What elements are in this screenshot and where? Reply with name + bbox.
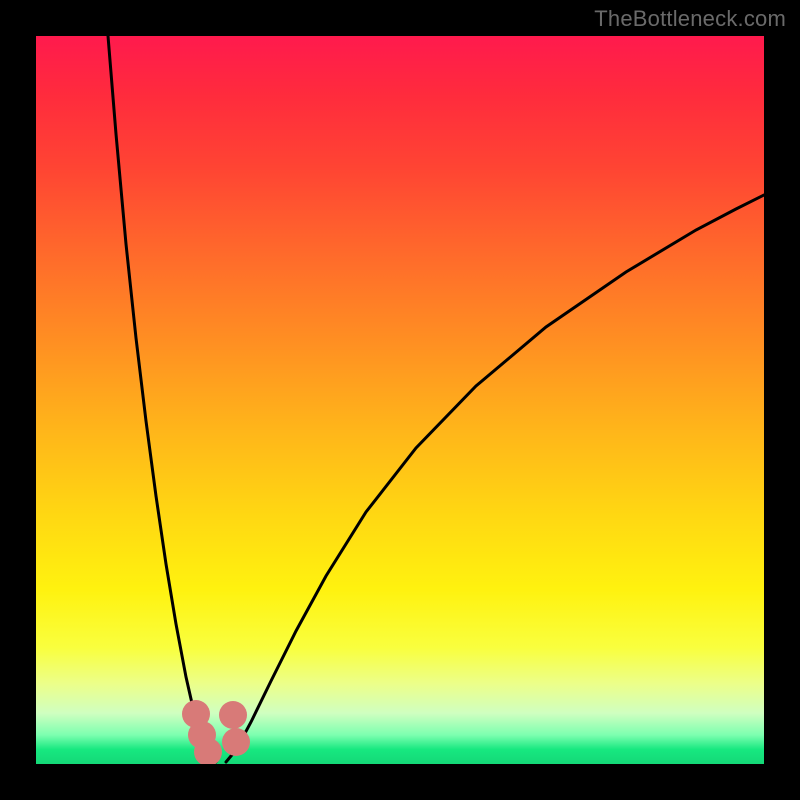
cluster-dot (219, 701, 247, 729)
curve-right (226, 195, 764, 762)
watermark-text: TheBottleneck.com (594, 6, 786, 32)
cluster-dot (222, 728, 250, 756)
chart-svg (36, 36, 764, 764)
curve-left (108, 36, 216, 762)
bottom-marker-cluster (182, 700, 250, 764)
outer-frame: TheBottleneck.com (0, 0, 800, 800)
plot-area (36, 36, 764, 764)
